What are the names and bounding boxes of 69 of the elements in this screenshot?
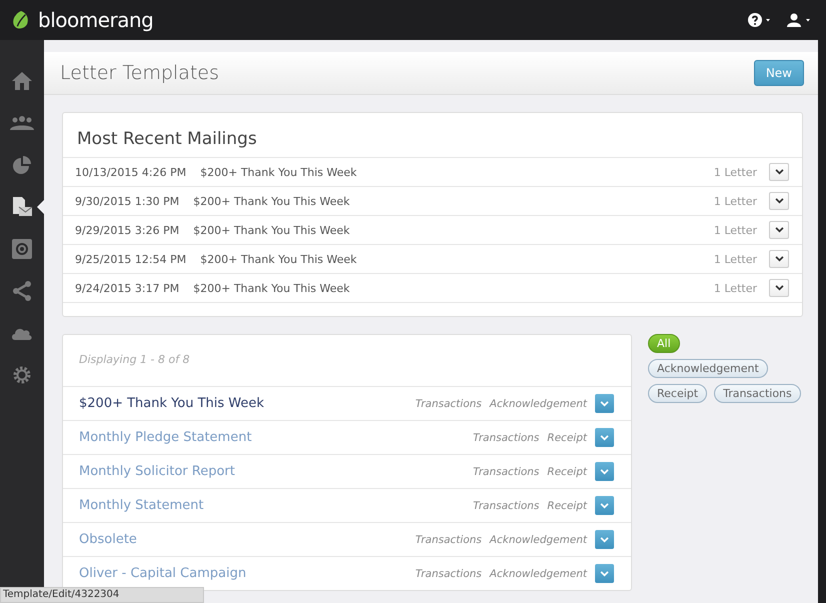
dropdown-button[interactable] bbox=[769, 279, 789, 297]
mailing-date: 10/13/2015 4:26 PM bbox=[75, 166, 186, 178]
mailing-date: 9/30/2015 1:30 PM bbox=[75, 194, 180, 208]
cloud-icon[interactable] bbox=[11, 326, 33, 340]
chevron-down-icon bbox=[600, 570, 609, 576]
chevron-down-icon bbox=[600, 536, 609, 542]
letter-count: 1 Letter bbox=[714, 252, 757, 266]
chevron-down-icon bbox=[600, 434, 609, 440]
brand-name: bloomerang bbox=[38, 8, 154, 32]
template-link[interactable]: Monthly Statement bbox=[79, 498, 204, 513]
template-tag: Transactions bbox=[415, 568, 482, 580]
template-tag: Receipt bbox=[547, 466, 587, 478]
template-tag: Acknowledgement bbox=[490, 398, 587, 410]
template-link[interactable]: Oliver - Capital Campaign bbox=[79, 566, 246, 581]
template-link[interactable]: Monthly Pledge Statement bbox=[79, 430, 252, 445]
chevron-down-icon bbox=[600, 502, 609, 508]
chevron-down-icon bbox=[600, 400, 609, 406]
dropdown-button[interactable] bbox=[769, 221, 789, 239]
dropdown-button[interactable] bbox=[769, 192, 789, 210]
dropdown-button[interactable] bbox=[769, 250, 789, 268]
template-tag: Acknowledgement bbox=[490, 568, 587, 580]
url-tooltip: Template/Edit/4322304 bbox=[0, 587, 204, 603]
template-link[interactable]: Obsolete bbox=[79, 532, 137, 547]
filter-pill[interactable]: Transactions bbox=[714, 384, 801, 403]
dropdown-button[interactable] bbox=[769, 163, 789, 181]
mailing-name: $200+ Thank You This Week bbox=[193, 194, 351, 208]
template-tag: Transactions bbox=[473, 500, 540, 512]
share-icon[interactable] bbox=[12, 281, 32, 301]
letter-count: 1 Letter bbox=[714, 166, 757, 178]
chevron-down-icon bbox=[774, 285, 784, 291]
chevron-down-icon bbox=[600, 468, 609, 474]
template-tag: Transactions bbox=[473, 466, 540, 478]
chevron-down-icon bbox=[774, 227, 784, 233]
pie-chart-icon[interactable] bbox=[12, 155, 32, 175]
settings-icon[interactable] bbox=[13, 366, 31, 384]
home-icon[interactable] bbox=[11, 71, 33, 91]
letters-icon[interactable] bbox=[11, 196, 33, 218]
letter-count: 1 Letter bbox=[714, 194, 757, 208]
template-tag: Receipt bbox=[547, 432, 587, 444]
template-link[interactable]: Monthly Solicitor Report bbox=[79, 464, 235, 479]
leaf-logo-icon bbox=[12, 10, 30, 30]
mailing-name: $200+ Thank You This Week bbox=[193, 282, 351, 294]
letter-count: 1 Letter bbox=[714, 224, 757, 236]
chevron-down-icon bbox=[774, 256, 784, 262]
new-button[interactable]: New bbox=[754, 60, 804, 86]
mailing-name: $200+ Thank You This Week bbox=[200, 166, 358, 178]
chevron-down-icon bbox=[774, 198, 784, 204]
template-link[interactable]: $200+ Thank You This Week bbox=[79, 396, 264, 411]
template-tag: Receipt bbox=[547, 500, 587, 512]
mailing-name: $200+ Thank You This Week bbox=[193, 224, 351, 236]
results-summary: Displaying 1 - 8 of 8 bbox=[78, 352, 191, 368]
mailing-date: 9/25/2015 12:54 PM bbox=[75, 252, 186, 266]
people-icon[interactable] bbox=[10, 115, 34, 131]
mailing-date: 9/29/2015 3:26 PM bbox=[75, 224, 180, 236]
letter-count: 1 Letter bbox=[714, 282, 757, 294]
user-menu-icon[interactable] bbox=[786, 13, 812, 27]
template-tag: Transactions bbox=[473, 432, 540, 444]
filter-pill[interactable]: Receipt bbox=[648, 384, 708, 403]
mailing-name: $200+ Thank You This Week bbox=[200, 252, 358, 266]
chevron-down-icon bbox=[774, 169, 784, 175]
page-title: Letter Templates bbox=[60, 62, 219, 84]
filter-pill[interactable]: All bbox=[648, 334, 680, 353]
mailing-date: 9/24/2015 3:17 PM bbox=[75, 282, 180, 294]
card-title: Most Recent Mailings bbox=[76, 128, 258, 151]
template-tag: Acknowledgement bbox=[490, 534, 587, 546]
template-tag: Transactions bbox=[415, 534, 482, 546]
help-menu-icon[interactable] bbox=[748, 13, 772, 27]
filter-pill[interactable]: Acknowledgement bbox=[648, 359, 768, 378]
template-tag: Transactions bbox=[415, 398, 482, 410]
